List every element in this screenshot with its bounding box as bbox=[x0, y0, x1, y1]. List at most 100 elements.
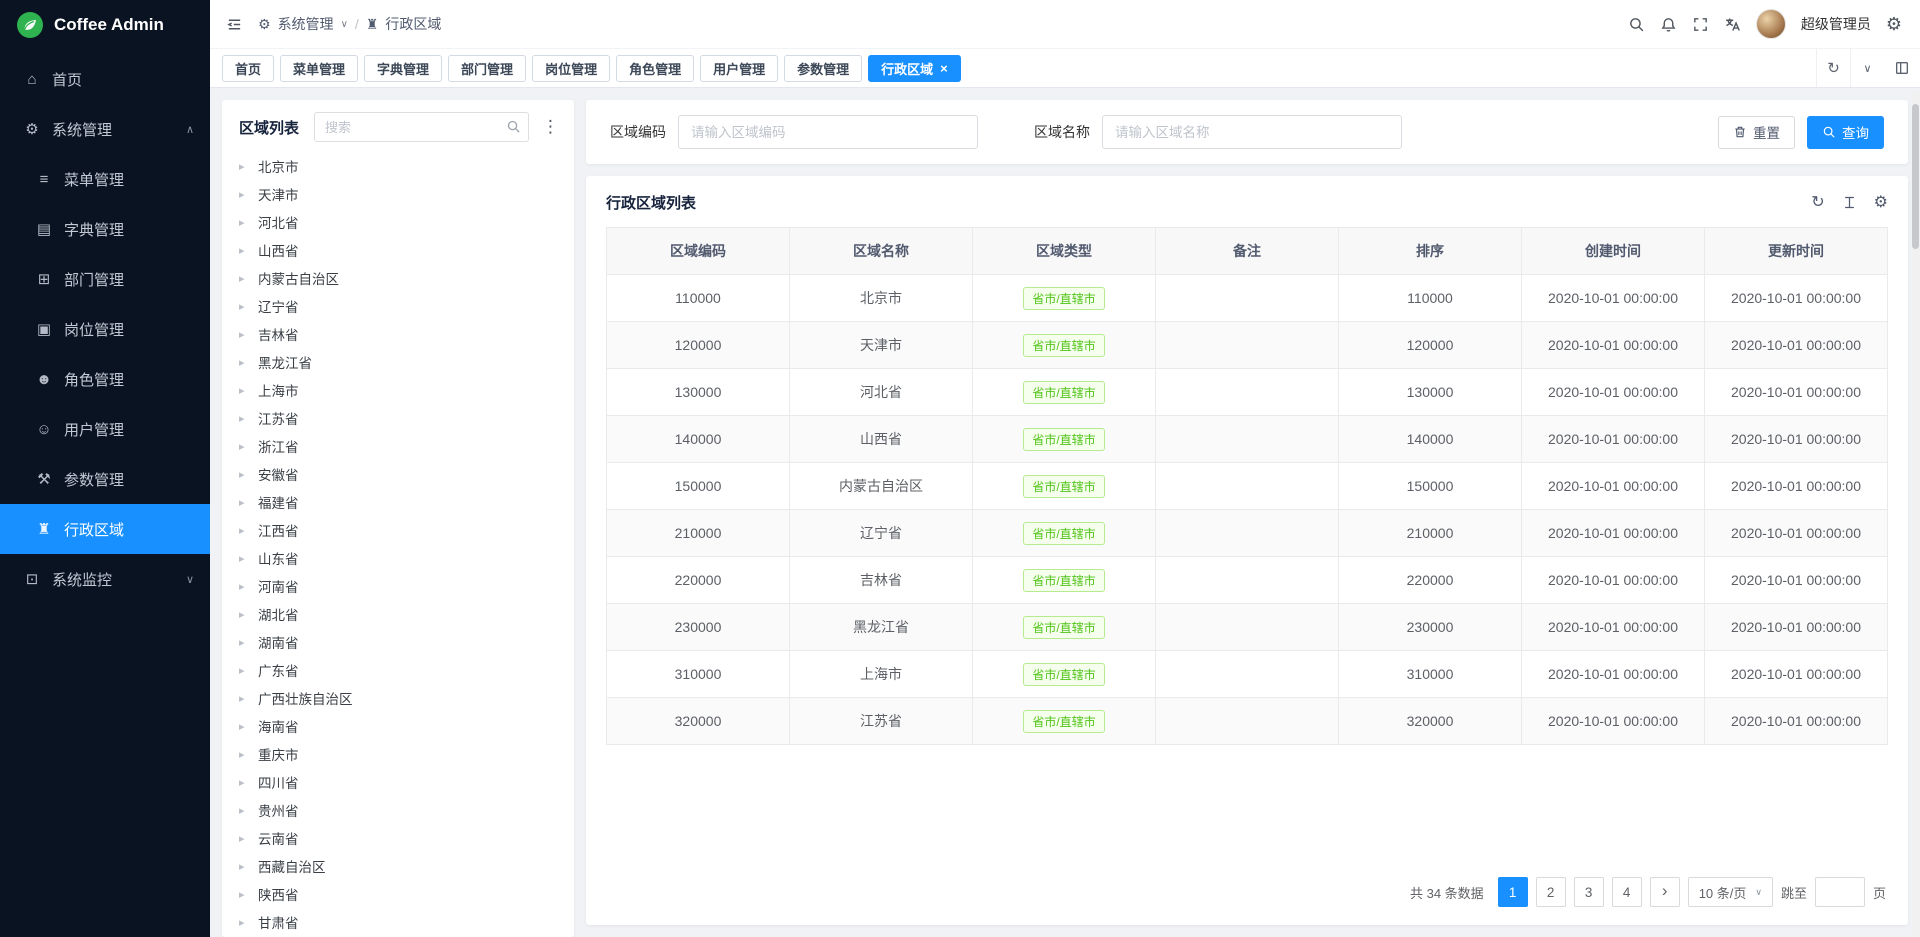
page-scrollbar-thumb[interactable] bbox=[1912, 104, 1919, 249]
tree-item[interactable]: ▸ 西藏自治区 bbox=[234, 852, 562, 880]
caret-right-icon[interactable]: ▸ bbox=[239, 468, 249, 481]
tree-item[interactable]: ▸ 安徽省 bbox=[234, 460, 562, 488]
logo[interactable]: Coffee Admin bbox=[0, 0, 210, 50]
caret-right-icon[interactable]: ▸ bbox=[239, 916, 249, 929]
tree-item[interactable]: ▸ 山东省 bbox=[234, 544, 562, 572]
jump-page-input[interactable] bbox=[1815, 877, 1865, 907]
page-button[interactable]: 3 bbox=[1574, 877, 1604, 907]
tree-item[interactable]: ▸ 浙江省 bbox=[234, 432, 562, 460]
fullscreen-icon[interactable] bbox=[1692, 16, 1709, 33]
caret-right-icon[interactable]: ▸ bbox=[239, 440, 249, 453]
tabs-menu-chevron-icon[interactable]: ∨ bbox=[1850, 49, 1884, 87]
next-page-button[interactable]: › bbox=[1650, 877, 1680, 907]
caret-right-icon[interactable]: ▸ bbox=[239, 356, 249, 369]
caret-right-icon[interactable]: ▸ bbox=[239, 552, 249, 565]
tree-item[interactable]: ▸ 江西省 bbox=[234, 516, 562, 544]
reset-button[interactable]: 重置 bbox=[1718, 116, 1795, 149]
sidebar-item[interactable]: ☻ 角色管理 bbox=[0, 354, 210, 404]
caret-right-icon[interactable]: ▸ bbox=[239, 888, 249, 901]
caret-right-icon[interactable]: ▸ bbox=[239, 720, 249, 733]
tree-item[interactable]: ▸ 天津市 bbox=[234, 180, 562, 208]
tree-item[interactable]: ▸ 黑龙江省 bbox=[234, 348, 562, 376]
caret-right-icon[interactable]: ▸ bbox=[239, 244, 249, 257]
avatar[interactable] bbox=[1756, 9, 1786, 39]
table-settings-gear-icon[interactable]: ⚙ bbox=[1874, 195, 1888, 211]
caret-right-icon[interactable]: ▸ bbox=[239, 300, 249, 313]
sidebar-item[interactable]: ☺ 用户管理 bbox=[0, 404, 210, 454]
sidebar-item[interactable]: ⚒ 参数管理 bbox=[0, 454, 210, 504]
tree-item[interactable]: ▸ 江苏省 bbox=[234, 404, 562, 432]
caret-right-icon[interactable]: ▸ bbox=[239, 636, 249, 649]
tree-item[interactable]: ▸ 吉林省 bbox=[234, 320, 562, 348]
page-button[interactable]: 1 bbox=[1498, 877, 1528, 907]
tree-item[interactable]: ▸ 广西壮族自治区 bbox=[234, 684, 562, 712]
caret-right-icon[interactable]: ▸ bbox=[239, 496, 249, 509]
tree-item[interactable]: ▸ 四川省 bbox=[234, 768, 562, 796]
sidebar-item[interactable]: ▤ 字典管理 bbox=[0, 204, 210, 254]
username[interactable]: 超级管理员 bbox=[1801, 14, 1871, 34]
tab[interactable]: 角色管理 × bbox=[616, 55, 694, 82]
tree-item[interactable]: ▸ 贵州省 bbox=[234, 796, 562, 824]
caret-right-icon[interactable]: ▸ bbox=[239, 748, 249, 761]
caret-right-icon[interactable]: ▸ bbox=[239, 384, 249, 397]
tree-item[interactable]: ▸ 广东省 bbox=[234, 656, 562, 684]
sidebar-item[interactable]: ♜ 行政区域 bbox=[0, 504, 210, 554]
tree-item[interactable]: ▸ 福建省 bbox=[234, 488, 562, 516]
tree-item[interactable]: ▸ 北京市 bbox=[234, 152, 562, 180]
page-size-select[interactable]: 10 条/页 ∨ bbox=[1688, 877, 1773, 907]
more-dots-icon[interactable]: ⋮ bbox=[539, 117, 562, 137]
table-density-icon[interactable] bbox=[1842, 195, 1857, 210]
tab[interactable]: 字典管理 × bbox=[364, 55, 442, 82]
sidebar-item[interactable]: ⊡ 系统监控 ∨ bbox=[0, 554, 210, 604]
tab[interactable]: 岗位管理 × bbox=[532, 55, 610, 82]
table-refresh-icon[interactable]: ↻ bbox=[1811, 195, 1824, 211]
tree-search-input[interactable] bbox=[314, 112, 529, 142]
search-button[interactable]: 查询 bbox=[1807, 116, 1884, 149]
caret-right-icon[interactable]: ▸ bbox=[239, 776, 249, 789]
search-icon[interactable] bbox=[1628, 16, 1645, 33]
tab-close-icon[interactable]: × bbox=[940, 62, 948, 75]
region-name-input[interactable] bbox=[1102, 115, 1402, 149]
sidebar-item[interactable]: ▣ 岗位管理 bbox=[0, 304, 210, 354]
breadcrumb-root[interactable]: 系统管理 bbox=[278, 14, 334, 34]
bell-icon[interactable] bbox=[1660, 16, 1677, 33]
caret-right-icon[interactable]: ▸ bbox=[239, 860, 249, 873]
tree-item[interactable]: ▸ 山西省 bbox=[234, 236, 562, 264]
tab[interactable]: 菜单管理 × bbox=[280, 55, 358, 82]
caret-right-icon[interactable]: ▸ bbox=[239, 832, 249, 845]
caret-right-icon[interactable]: ▸ bbox=[239, 804, 249, 817]
caret-right-icon[interactable]: ▸ bbox=[239, 524, 249, 537]
translate-icon[interactable] bbox=[1724, 16, 1741, 33]
tree-item[interactable]: ▸ 湖南省 bbox=[234, 628, 562, 656]
sidebar-item[interactable]: ⌂ 首页 bbox=[0, 54, 210, 104]
layout-panel-icon[interactable] bbox=[1884, 60, 1920, 76]
sidebar-item[interactable]: ⊞ 部门管理 bbox=[0, 254, 210, 304]
caret-right-icon[interactable]: ▸ bbox=[239, 412, 249, 425]
tree-item[interactable]: ▸ 湖北省 bbox=[234, 600, 562, 628]
caret-right-icon[interactable]: ▸ bbox=[239, 272, 249, 285]
page-button[interactable]: 2 bbox=[1536, 877, 1566, 907]
tree-item[interactable]: ▸ 上海市 bbox=[234, 376, 562, 404]
tree-item[interactable]: ▸ 内蒙古自治区 bbox=[234, 264, 562, 292]
caret-right-icon[interactable]: ▸ bbox=[239, 608, 249, 621]
caret-right-icon[interactable]: ▸ bbox=[239, 160, 249, 173]
caret-right-icon[interactable]: ▸ bbox=[239, 328, 249, 341]
tree-item[interactable]: ▸ 重庆市 bbox=[234, 740, 562, 768]
caret-right-icon[interactable]: ▸ bbox=[239, 188, 249, 201]
caret-right-icon[interactable]: ▸ bbox=[239, 216, 249, 229]
sidebar-collapse-icon[interactable] bbox=[226, 16, 243, 33]
tab[interactable]: 参数管理 × bbox=[784, 55, 862, 82]
tab[interactable]: 首页 × bbox=[222, 55, 274, 82]
tab[interactable]: 部门管理 × bbox=[448, 55, 526, 82]
tabs-refresh-icon[interactable]: ↻ bbox=[1816, 49, 1850, 87]
tree-item[interactable]: ▸ 陕西省 bbox=[234, 880, 562, 908]
tree-item[interactable]: ▸ 河北省 bbox=[234, 208, 562, 236]
tree-item[interactable]: ▸ 辽宁省 bbox=[234, 292, 562, 320]
region-code-input[interactable] bbox=[678, 115, 978, 149]
tree-item[interactable]: ▸ 甘肃省 bbox=[234, 908, 562, 936]
tab[interactable]: 行政区域 × bbox=[868, 55, 961, 82]
tree-item[interactable]: ▸ 河南省 bbox=[234, 572, 562, 600]
tree-item[interactable]: ▸ 云南省 bbox=[234, 824, 562, 852]
settings-gear-icon[interactable]: ⚙ bbox=[1886, 15, 1902, 33]
tree-item[interactable]: ▸ 海南省 bbox=[234, 712, 562, 740]
